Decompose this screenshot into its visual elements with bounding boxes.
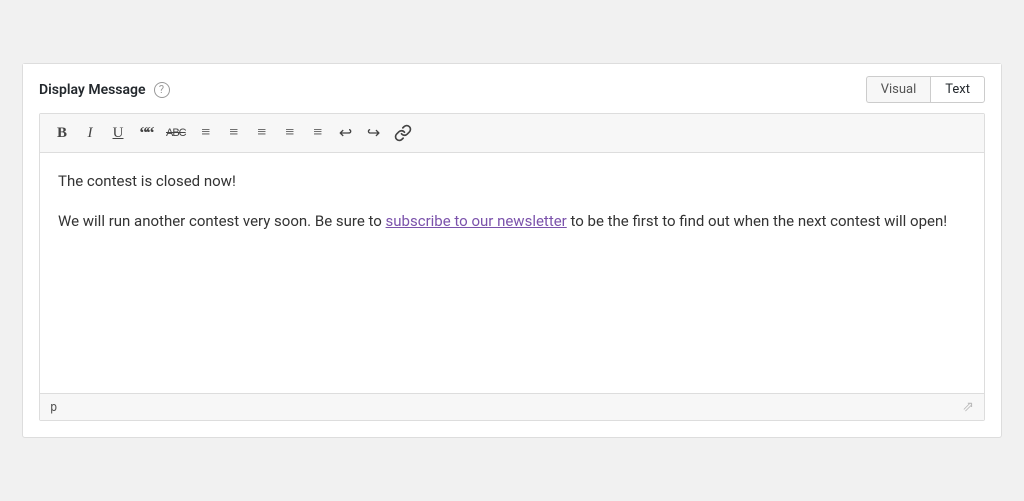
help-icon[interactable]: ? [154, 82, 170, 98]
title-group: Display Message ? [39, 82, 170, 98]
toolbar: B I U ““ ABC ≡ ≡ ≡ ≡ ≡ ↩ ↪ [40, 114, 984, 153]
editor-wrapper: B I U ““ ABC ≡ ≡ ≡ ≡ ≡ ↩ ↪ The contest i… [39, 113, 985, 421]
align-right-button[interactable]: ≡ [306, 120, 330, 146]
display-message-panel: Display Message ? Visual Text B I U ““ A… [22, 63, 1002, 438]
tab-text[interactable]: Text [930, 76, 985, 103]
ordered-list-button[interactable]: ≡ [222, 120, 246, 146]
newsletter-link[interactable]: subscribe to our newsletter [386, 212, 567, 230]
align-left-button[interactable]: ≡ [250, 120, 274, 146]
tab-group: Visual Text [866, 76, 985, 103]
content-paragraph1: The contest is closed now! [58, 169, 966, 193]
resize-handle[interactable]: ⇗ [962, 399, 974, 415]
editor-content[interactable]: The contest is closed now! We will run a… [40, 153, 984, 393]
content-paragraph2: We will run another contest very soon. B… [58, 209, 966, 233]
panel-header: Display Message ? Visual Text [23, 64, 1001, 113]
tag-label: p [50, 400, 57, 414]
bold-button[interactable]: B [50, 120, 74, 146]
redo-button[interactable]: ↪ [362, 120, 386, 146]
tab-visual[interactable]: Visual [866, 76, 931, 103]
link-button[interactable] [390, 120, 416, 146]
unordered-list-button[interactable]: ≡ [194, 120, 218, 146]
underline-button[interactable]: U [106, 120, 130, 146]
undo-button[interactable]: ↩ [334, 120, 358, 146]
editor-footer: p ⇗ [40, 393, 984, 420]
strikethrough-button[interactable]: ABC [162, 120, 190, 146]
blockquote-button[interactable]: ““ [134, 120, 158, 146]
italic-button[interactable]: I [78, 120, 102, 146]
paragraph2-suffix: to be the first to find out when the nex… [567, 212, 947, 230]
paragraph2-prefix: We will run another contest very soon. B… [58, 212, 386, 230]
panel-title: Display Message [39, 82, 146, 98]
align-center-button[interactable]: ≡ [278, 120, 302, 146]
